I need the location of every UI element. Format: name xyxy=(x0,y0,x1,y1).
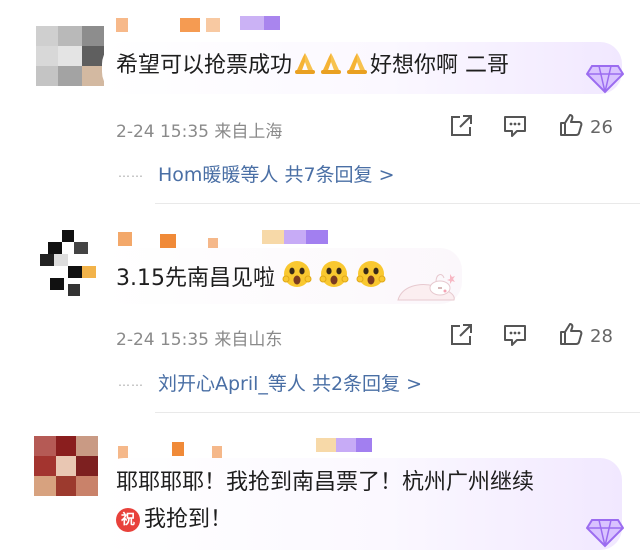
shocked-face-icon xyxy=(282,259,312,298)
comment-button[interactable] xyxy=(502,323,528,351)
like-button[interactable]: 28 xyxy=(558,321,613,351)
username-blurred[interactable] xyxy=(112,14,282,36)
shocked-face-icon xyxy=(319,259,349,298)
like-count: 26 xyxy=(590,116,613,138)
view-replies-link[interactable]: …… 刘开心April_等人 共2条回复 > xyxy=(118,369,422,396)
share-icon xyxy=(448,113,474,143)
praying-hands-icon xyxy=(318,50,344,85)
username-blurred[interactable] xyxy=(112,436,382,460)
comment-text-line2: 祝我抢到！ xyxy=(116,505,232,535)
zhu-badge-icon: 祝 xyxy=(116,508,140,532)
comment-meta: 2-24 15:35 来自山东 xyxy=(116,330,283,350)
comment-meta: 2-24 15:35 来自上海 xyxy=(116,122,283,142)
view-replies-link[interactable]: …… Hom暖暖等人 共7条回复 > xyxy=(118,160,395,187)
thumbs-up-icon xyxy=(558,112,584,142)
comment-button[interactable] xyxy=(502,114,528,142)
divider xyxy=(155,203,640,204)
thumbs-up-icon xyxy=(558,321,584,351)
dots-icon: …… xyxy=(118,375,144,389)
share-button[interactable] xyxy=(448,113,474,143)
avatar[interactable] xyxy=(34,436,98,496)
comment-text: 希望可以抢票成功 好想你啊 二哥 xyxy=(116,50,509,85)
praying-hands-icon xyxy=(344,50,370,85)
avatar[interactable] xyxy=(36,26,104,86)
comment-icon xyxy=(502,114,528,142)
divider xyxy=(155,412,640,413)
like-count: 28 xyxy=(590,325,613,347)
avatar[interactable] xyxy=(40,230,96,296)
comment-text: 耶耶耶耶！我抢到南昌票了！杭州广州继续 xyxy=(116,470,535,495)
share-icon xyxy=(448,322,474,352)
sleeping-bunny-sticker-icon xyxy=(392,268,462,310)
diamond-badge-icon xyxy=(585,516,625,552)
like-button[interactable]: 26 xyxy=(558,112,613,142)
username-blurred[interactable] xyxy=(112,228,342,252)
share-button[interactable] xyxy=(448,322,474,352)
dots-icon: …… xyxy=(118,166,144,180)
shocked-face-icon xyxy=(356,259,386,298)
diamond-badge-icon xyxy=(585,62,625,98)
comment-text: 3.15先南昌见啦 xyxy=(116,259,386,298)
praying-hands-icon xyxy=(292,50,318,85)
comment-icon xyxy=(502,323,528,351)
